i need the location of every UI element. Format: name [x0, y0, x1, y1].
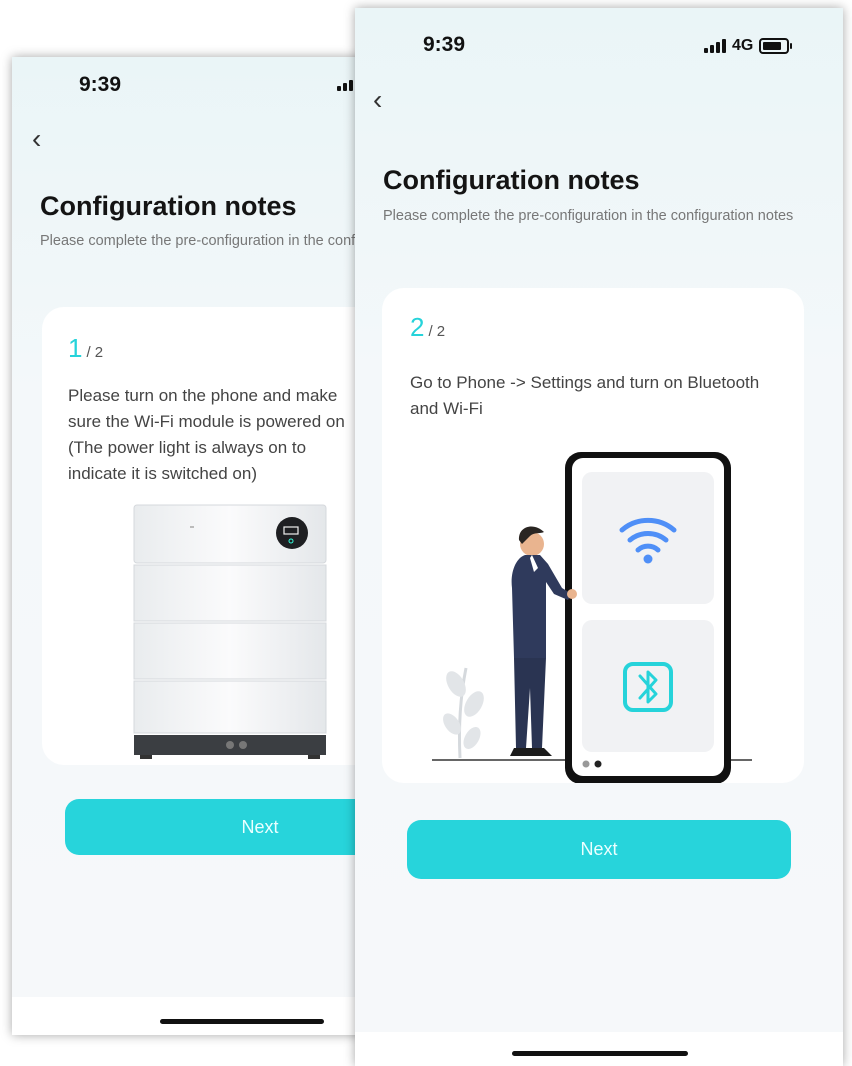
step-total: / 2 [86, 344, 104, 361]
step-current: 2 [410, 312, 425, 342]
battery-device-illustration [133, 504, 327, 759]
step-indicator: 2 / 2 [410, 312, 445, 343]
step-current: 1 [68, 333, 83, 363]
status-time: 9:39 [423, 33, 466, 56]
instruction-card: 2 / 2 Go to Phone -> Settings and turn o… [382, 288, 804, 783]
screen-step-1: 9:39 ‹ Configuration notes Please comple… [12, 57, 364, 1035]
status-time: 9:39 [79, 73, 122, 96]
bottom-safe-area [355, 1032, 843, 1066]
page-subtitle: Please complete the pre-configuration in… [40, 233, 364, 249]
instruction-text: Please turn on the phone and make sure t… [68, 386, 345, 483]
battery-icon [759, 38, 793, 54]
step-indicator: 1 / 2 [68, 333, 103, 364]
screen-step-2: 9:39 4G ‹ Configuration notes Please com… [355, 8, 843, 1066]
home-indicator [160, 1019, 324, 1024]
next-button[interactable]: Next [407, 820, 791, 879]
signal-icon [704, 39, 726, 53]
status-bar-right: 4G [704, 37, 793, 55]
page-title: Configuration notes [40, 191, 297, 221]
back-chevron-icon[interactable]: ‹ [373, 86, 382, 114]
bottom-safe-area [12, 997, 364, 1035]
back-chevron-icon[interactable]: ‹ [32, 125, 41, 153]
phone-settings-illustration [432, 452, 752, 783]
instruction-text: Go to Phone -> Settings and turn on Blue… [410, 373, 760, 418]
home-indicator [512, 1051, 688, 1056]
instruction-card: 1 / 2 Please turn on the phone and make … [42, 307, 364, 765]
page-title: Configuration notes [383, 165, 640, 195]
network-type: 4G [732, 37, 754, 54]
step-total: / 2 [428, 323, 446, 340]
page-subtitle: Please complete the pre-configuration in… [383, 208, 794, 224]
next-button[interactable]: Next [65, 799, 364, 855]
